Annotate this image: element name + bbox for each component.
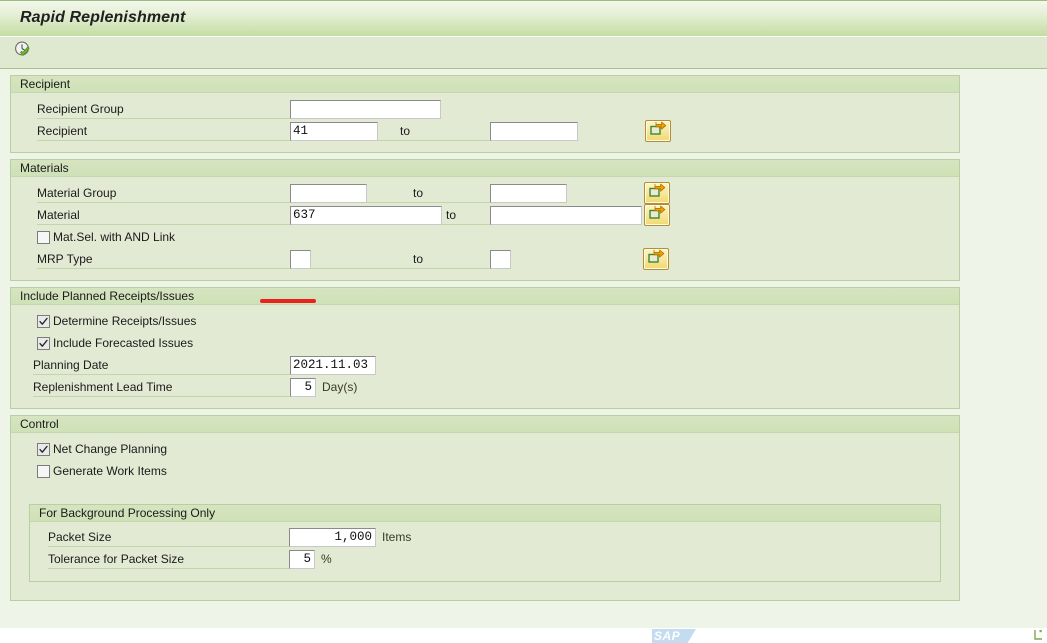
label-mrp-type: MRP Type [37,250,290,269]
row-generate-work-items: Generate Work Items [11,460,959,482]
sap-window: Rapid Replenishment Recipient Recipient … [0,0,1047,628]
row-packet-size: Packet Size Items [30,526,940,548]
checkbox-label-include-forecasted: Include Forecasted Issues [53,336,194,350]
group-materials: Materials Material Group to Material 637… [10,159,960,281]
label-material-group: Material Group [37,184,290,203]
checkbox-determine-receipts[interactable]: Determine Receipts/Issues [37,310,196,332]
row-material-group: Material Group to [11,182,959,204]
label-recipient: Recipient [37,122,290,141]
group-materials-title: Materials [11,160,959,177]
row-lead-time: Replenishment Lead Time Day(s) [11,376,959,398]
input-packet-size[interactable] [289,527,376,547]
footer-bar: SAP [0,628,1047,643]
group-background-processing-title: For Background Processing Only [30,505,940,522]
input-material-group-from[interactable] [290,183,367,203]
label-packet-size: Packet Size [48,528,289,547]
selection-screen: Recipient Recipient Group Recipient to [0,69,1047,628]
row-tolerance: Tolerance for Packet Size % [30,548,940,570]
checkbox-label-generate-work-items: Generate Work Items [53,464,167,478]
unit-tolerance: % [321,552,332,566]
sap-logo-text: SAP [652,629,696,643]
material-multi-selection-button[interactable] [644,204,670,226]
group-recipient-title: Recipient [11,76,959,93]
row-recipient: Recipient to [11,120,959,142]
row-recipient-group: Recipient Group [11,98,959,120]
checkbox-label-determine-receipts: Determine Receipts/Issues [53,314,197,328]
label-recipient-to: to [378,122,490,141]
group-control-title: Control [11,416,959,433]
control-spacer [11,482,959,504]
material-group-multi-selection-button[interactable] [644,182,670,204]
input-mrp-type-to[interactable] [490,249,511,269]
recipient-multi-selection-button[interactable] [645,120,671,142]
checkbox-include-forecasted[interactable]: Include Forecasted Issues [37,332,193,354]
label-tolerance: Tolerance for Packet Size [48,550,289,569]
input-material-from[interactable] [290,205,442,225]
row-net-change-planning: Net Change Planning [11,438,959,460]
checkbox-checked-icon[interactable] [37,314,50,328]
group-materials-body: Material Group to Material 637 to Mat.Se… [11,177,959,278]
group-recipient: Recipient Recipient Group Recipient to [10,75,960,153]
clock-check-icon [13,40,33,65]
group-recipient-body: Recipient Group Recipient to [11,93,959,150]
label-material-group-to: to [367,184,490,203]
multi-selection-arrow-icon [649,121,667,141]
execute-button[interactable] [10,41,36,65]
input-lead-time[interactable] [290,377,316,397]
multi-selection-arrow-icon [648,183,666,203]
multi-selection-arrow-icon [648,205,666,225]
unit-packet-size: Items [382,530,412,544]
group-control: Control Net Change Planning Generate Wor… [10,415,960,601]
page-title: Rapid Replenishment [20,9,186,26]
annotation-underline-material [260,299,316,303]
row-include-forecasted: Include Forecasted Issues [11,332,959,354]
row-planning-date: Planning Date [11,354,959,376]
row-mat-sel-and-link: Mat.Sel. with AND Link [11,226,959,248]
row-material: Material to [11,204,959,226]
row-mrp-type: MRP Type to [11,248,959,270]
checkbox-box-icon[interactable] [37,464,50,478]
label-material: Material [37,206,290,225]
input-planning-date[interactable] [290,355,376,375]
sap-logo: SAP [652,629,696,643]
label-lead-time: Replenishment Lead Time [33,378,290,397]
checkbox-label-mat-sel-and-link: Mat.Sel. with AND Link [53,230,176,244]
input-material-to[interactable] [490,205,642,225]
checkbox-generate-work-items[interactable]: Generate Work Items [37,460,167,482]
group-control-body: Net Change Planning Generate Work Items … [11,433,959,594]
checkbox-box-icon[interactable] [37,230,50,244]
label-material-to: to [442,206,490,225]
input-recipient-group[interactable] [290,99,441,119]
input-recipient-from[interactable] [290,121,378,141]
mrp-type-multi-selection-button[interactable] [643,248,669,270]
group-background-processing-body: Packet Size Items Tolerance for Packet S… [30,522,940,578]
app-screen: Rapid Replenishment Recipient Recipient … [0,0,1047,643]
title-bar: Rapid Replenishment [0,0,1047,37]
input-material-group-to[interactable] [490,183,567,203]
checkbox-checked-icon[interactable] [37,442,50,456]
row-determine-receipts: Determine Receipts/Issues [11,310,959,332]
unit-lead-time: Day(s) [322,380,358,394]
input-tolerance[interactable] [289,549,315,569]
checkbox-label-net-change-planning: Net Change Planning [53,442,168,456]
checkbox-checked-icon[interactable] [37,336,50,350]
label-recipient-group: Recipient Group [37,100,290,119]
group-include-planned: Include Planned Receipts/Issues Determin… [10,287,960,409]
label-mrp-type-to: to [311,250,490,269]
group-include-planned-title: Include Planned Receipts/Issues [11,288,959,305]
group-include-planned-body: Determine Receipts/Issues Include Foreca… [11,305,959,406]
input-mrp-type-from[interactable] [290,249,311,269]
multi-selection-arrow-icon [647,249,665,269]
application-toolbar [0,37,1047,69]
checkbox-mat-sel-and-link[interactable]: Mat.Sel. with AND Link [37,226,175,248]
group-background-processing: For Background Processing Only Packet Si… [29,504,941,582]
resize-grip-icon[interactable] [1033,629,1044,641]
checkbox-net-change-planning[interactable]: Net Change Planning [37,438,167,460]
label-planning-date: Planning Date [33,356,290,375]
input-recipient-to[interactable] [490,121,578,141]
